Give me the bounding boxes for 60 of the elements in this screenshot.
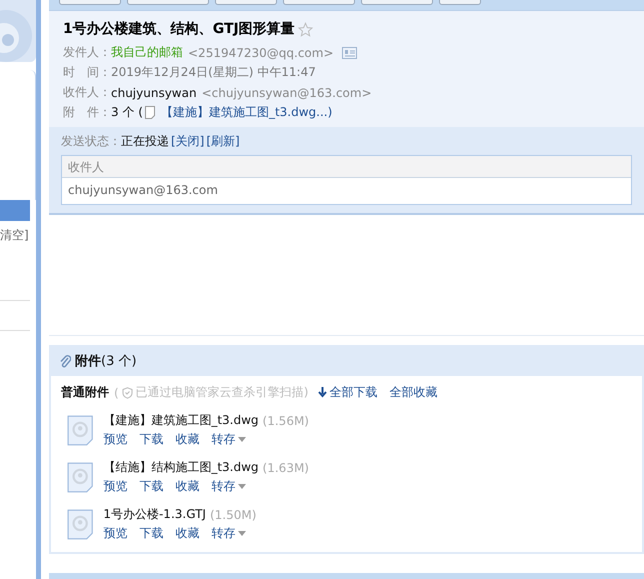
file-size: (1.63M) [262,460,309,474]
file-action-link[interactable]: 预览 [103,431,128,448]
toolbar-button[interactable] [361,0,433,5]
file-icon [144,106,155,119]
toolbar-button[interactable] [215,0,277,5]
status-label: 发送状态： [61,133,121,150]
sender-address: <251947230@qq.com> [188,46,334,60]
bulk-action-link[interactable]: 全部收藏 [389,384,438,401]
file-action-link[interactable]: 转存 [211,525,246,542]
file-action-link[interactable]: 收藏 [175,431,200,448]
file-name: 【结施】结构施工图_t3.dwg [103,459,259,476]
status-link[interactable]: [刷新] [206,133,240,150]
section-label: 普通附件 [61,384,109,401]
clear-link[interactable]: 清空] [0,227,36,244]
contact-card-icon[interactable] [342,46,356,58]
star-icon[interactable] [298,22,313,36]
paperclip-icon [59,354,71,368]
file-icon [67,508,94,540]
caret-icon [238,531,246,536]
file-size: (1.56M) [262,414,309,428]
recipient-address: <chujyunsywan@163.com> [202,86,372,100]
file-action-link[interactable]: 下载 [139,431,164,448]
toolbar-button[interactable] [283,0,355,5]
file-action-link[interactable]: 预览 [103,478,128,495]
file-icon [67,462,94,492]
attachments-title: 附件(3 个) [75,352,137,370]
scan-note-open: ( [114,386,119,400]
status-link[interactable]: [关闭] [171,133,204,150]
toolbar-button[interactable] [127,0,209,5]
caret-icon [238,437,246,442]
attachment-link[interactable]: 【建施】建筑施工图_t3.dwg...) [160,104,332,121]
shield-icon [122,386,133,398]
file-name: 【建施】建筑施工图_t3.dwg [103,412,259,429]
file-action-link[interactable]: 下载 [139,525,164,542]
file-name: 1号办公楼-1.3.GTJ [103,506,206,523]
download-icon[interactable] [318,387,328,398]
file-icon [67,414,94,446]
column-header: 收件人 [62,156,631,178]
file-action-link[interactable]: 下载 [139,478,164,495]
status-value: 正在投递 [121,133,169,150]
table-cell-text: chujyunsywan@163.com [67,182,219,199]
field-label: 发件人： [63,44,111,61]
caret-icon [238,484,246,490]
message-title: 1号办公楼建筑、结构、GTJ图形算量 [63,20,295,38]
sent-time: 2019年12月24日(星期二) 中午11:47 [111,64,316,81]
toolbar-button[interactable] [59,0,121,5]
field-label: 附 件： [63,104,111,121]
file-action-link[interactable]: 转存 [211,478,246,495]
scan-note: 已通过电脑管家云查杀引擎扫描) [136,384,308,401]
toolbar-button[interactable] [439,0,481,5]
field-label: 时 间： [63,64,111,81]
file-action-link[interactable]: 预览 [103,525,128,542]
file-action-link[interactable]: 收藏 [175,525,200,542]
field-label: 收件人： [63,84,111,101]
file-size: (1.50M) [210,508,256,522]
file-action-link[interactable]: 收藏 [175,478,200,495]
file-action-link[interactable]: 转存 [211,431,246,448]
bulk-action-link[interactable]: 全部下载 [329,384,378,401]
recipient-name: chujyunsywan [111,86,197,100]
attachment-count: 3 个 ( [111,104,143,121]
